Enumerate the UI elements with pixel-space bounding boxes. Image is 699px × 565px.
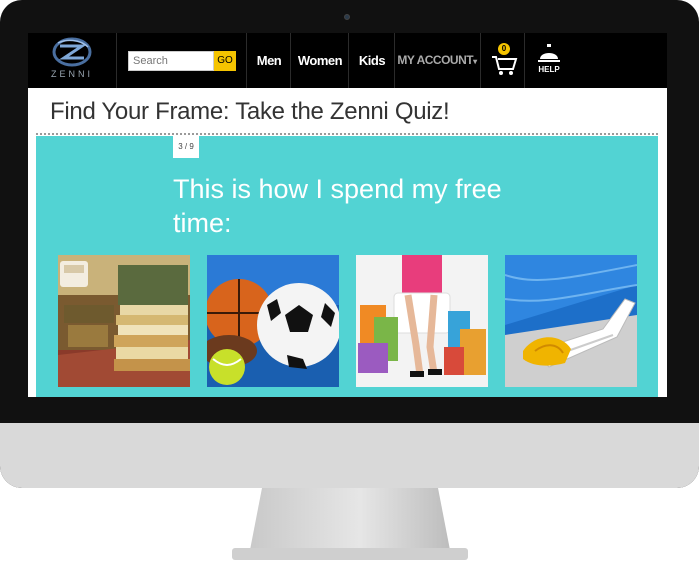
shopping-bags-image	[356, 255, 488, 387]
webcam	[344, 14, 350, 20]
nav-my-account[interactable]: MY ACCOUNT▾	[396, 33, 478, 88]
header-divider	[480, 33, 481, 88]
monitor-stand-base	[232, 548, 468, 560]
nav-men[interactable]: Men	[250, 33, 288, 88]
help-button[interactable]: HELP	[536, 41, 562, 81]
quiz-option-pool[interactable]	[505, 255, 637, 387]
monitor-stand	[250, 488, 450, 550]
help-label: HELP	[538, 65, 560, 74]
title-divider	[36, 133, 658, 135]
monitor-chin	[0, 423, 699, 488]
books-and-tea-image	[58, 255, 190, 387]
sports-balls-image	[207, 255, 339, 387]
quiz-option-shopping[interactable]	[356, 255, 488, 387]
service-bell-icon	[538, 44, 560, 62]
search-go-button[interactable]: GO	[214, 51, 236, 71]
header-divider	[290, 33, 291, 88]
pool-lounge-chair-image	[505, 255, 637, 387]
quiz-progress-indicator: 3 / 9	[173, 136, 199, 158]
cart-count-badge: 0	[498, 43, 510, 55]
quiz-panel: 3 / 9 This is how I spend my free time:	[36, 136, 658, 397]
header-divider	[116, 33, 117, 88]
nav-kids[interactable]: Kids	[352, 33, 392, 88]
screen: ZENNI GO Men Women Kids MY ACCOUNT▾	[28, 33, 667, 397]
monitor-frame: ZENNI GO Men Women Kids MY ACCOUNT▾	[0, 0, 699, 488]
quiz-option-books[interactable]	[58, 255, 190, 387]
logo-wordmark: ZENNI	[51, 69, 93, 79]
cart-button[interactable]: 0	[490, 43, 518, 79]
header-divider	[246, 33, 247, 88]
header-divider	[394, 33, 395, 88]
quiz-question: This is how I spend my free time:	[173, 174, 502, 238]
search-input[interactable]	[128, 51, 214, 71]
header-divider	[524, 33, 525, 88]
zenni-logo[interactable]: ZENNI	[42, 37, 102, 85]
zenni-logo-mark-icon	[52, 37, 92, 67]
page-title: Find Your Frame: Take the Zenni Quiz!	[50, 98, 450, 125]
header-divider	[348, 33, 349, 88]
quiz-option-sports[interactable]	[207, 255, 339, 387]
nav-women[interactable]: Women	[294, 33, 346, 88]
nav-my-account-label: MY ACCOUNT	[397, 53, 474, 67]
site-header: ZENNI GO Men Women Kids MY ACCOUNT▾	[28, 33, 667, 88]
dropdown-caret-icon: ▾	[473, 57, 477, 66]
